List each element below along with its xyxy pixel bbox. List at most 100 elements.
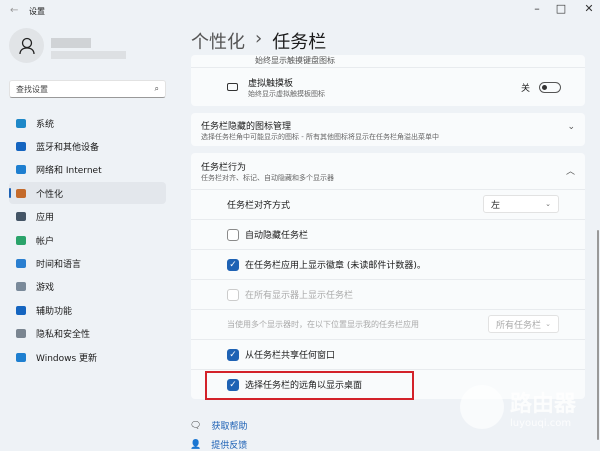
all-displays-checkbox xyxy=(227,289,239,301)
option-label: 在任务栏应用上显示徽章 (未读邮件计数器)。 xyxy=(245,258,426,271)
badges-checkbox[interactable]: ✓ xyxy=(227,259,239,271)
help-icon: 🗨 xyxy=(190,421,201,431)
highlight-box xyxy=(205,371,414,400)
watermark-url: luyouqi.com xyxy=(510,418,576,429)
sidebar-icon xyxy=(16,282,26,291)
sidebar-item[interactable]: 个性化 xyxy=(9,182,166,204)
sidebar-item-label: 时间和语言 xyxy=(36,257,81,270)
option-label: 从任务栏共享任何窗口 xyxy=(245,348,335,361)
hidden-icons-title: 任务栏隐藏的图标管理 xyxy=(201,119,575,132)
sidebar-item-label: Windows 更新 xyxy=(36,351,97,364)
behaviors-header[interactable]: 任务栏行为 任务栏对齐、标记、自动隐藏和多个显示器 ︿ xyxy=(201,160,575,183)
account-name-blurred xyxy=(51,38,91,48)
window-title: 设置 xyxy=(29,6,45,17)
chevron-down-icon: ⌄ xyxy=(567,122,575,132)
option-row[interactable]: ✓ 从任务栏共享任何窗口 xyxy=(191,339,585,369)
multi-display-value: 所有任务栏 xyxy=(496,318,541,331)
sidebar-item[interactable]: Windows 更新 xyxy=(9,346,166,368)
close-button[interactable]: ✕ xyxy=(579,2,599,15)
scrollbar[interactable] xyxy=(597,230,599,440)
sidebar-item-label: 应用 xyxy=(36,210,54,223)
watermark-name: 路由器 xyxy=(510,386,576,418)
account-email-blurred xyxy=(51,51,126,59)
sidebar-item[interactable]: 辅助功能 xyxy=(9,299,166,321)
sidebar-item[interactable]: 时间和语言 xyxy=(9,252,166,274)
sidebar-item[interactable]: 游戏 xyxy=(9,276,166,298)
sidebar-item-label: 辅助功能 xyxy=(36,304,72,317)
touchpad-row: 虚拟触摸板始终显示虚拟触摸板图标 关 xyxy=(191,67,585,106)
sidebar-item-label: 个性化 xyxy=(36,187,63,200)
sidebar-icon xyxy=(16,259,26,268)
multi-display-dropdown: 所有任务栏 ⌄ xyxy=(488,315,559,333)
alignment-value: 左 xyxy=(491,198,500,211)
search-input[interactable]: 查找设置 ⌕ xyxy=(9,80,166,98)
sidebar-item-label: 隐私和安全性 xyxy=(36,327,90,340)
sidebar-item[interactable]: 网络和 Internet xyxy=(9,159,166,181)
chevron-up-icon: ︿ xyxy=(566,164,575,177)
alignment-row: 任务栏对齐方式 左⌄ xyxy=(191,189,585,219)
option-row[interactable]: ✓ 在任务栏应用上显示徽章 (未读邮件计数器)。 xyxy=(191,249,585,279)
sidebar-icon xyxy=(16,165,26,174)
hidden-icons-description: 选择任务栏角中可能显示的图标 - 所有其他图标将显示在任务栏角溢出菜单中 xyxy=(201,132,575,142)
search-icon: ⌕ xyxy=(155,84,159,94)
multi-display-row: 当使用多个显示器时，在以下位置显示我的任务栏应用 所有任务栏 ⌄ xyxy=(191,309,585,339)
sidebar-icon xyxy=(16,329,26,338)
avatar[interactable] xyxy=(9,28,44,63)
sidebar-item[interactable]: 蓝牙和其他设备 xyxy=(9,135,166,157)
feedback-label: 提供反馈 xyxy=(211,438,247,451)
sidebar-item-label: 蓝牙和其他设备 xyxy=(36,140,99,153)
minimize-button[interactable]: – xyxy=(527,2,547,15)
sidebar-item-label: 游戏 xyxy=(36,280,54,293)
page-breadcrumb: 个性化 › 任务栏 xyxy=(191,28,326,54)
maximize-button[interactable]: □ xyxy=(551,2,571,15)
page-title: 任务栏 xyxy=(272,28,326,54)
option-label: 自动隐藏任务栏 xyxy=(245,228,308,241)
sidebar-item-label: 网络和 Internet xyxy=(36,163,102,176)
breadcrumb-parent[interactable]: 个性化 xyxy=(191,28,245,54)
sidebar-icon xyxy=(16,353,26,362)
touchpad-icon xyxy=(227,83,238,91)
hidden-icons-card[interactable]: 任务栏隐藏的图标管理 选择任务栏角中可能显示的图标 - 所有其他图标将显示在任务… xyxy=(191,113,585,146)
sidebar-icon xyxy=(16,119,26,128)
alignment-dropdown[interactable]: 左⌄ xyxy=(483,195,559,213)
feedback-icon: 👤 xyxy=(190,440,201,450)
behaviors-card: 任务栏行为 任务栏对齐、标记、自动隐藏和多个显示器 ︿ 任务栏对齐方式 左⌄ 自… xyxy=(191,153,585,399)
sidebar-icon xyxy=(16,189,26,198)
chevron-down-icon: ⌄ xyxy=(545,320,551,328)
behaviors-description: 任务栏对齐、标记、自动隐藏和多个显示器 xyxy=(201,173,575,183)
alignment-label: 任务栏对齐方式 xyxy=(227,198,290,211)
option-row[interactable]: 自动隐藏任务栏 xyxy=(191,219,585,249)
feedback-link[interactable]: 👤 提供反馈 xyxy=(190,438,247,451)
sidebar-icon xyxy=(16,212,26,221)
touchpad-state: 关 xyxy=(521,81,530,94)
behaviors-title: 任务栏行为 xyxy=(201,160,575,173)
touch-keyboard-description: 始终显示触摸键盘图标 xyxy=(255,56,335,65)
chevron-down-icon: ⌄ xyxy=(545,200,551,208)
back-button[interactable]: ← xyxy=(10,5,18,16)
breadcrumb-separator: › xyxy=(255,28,262,54)
sidebar-icon xyxy=(16,236,26,245)
sidebar-item-label: 系统 xyxy=(36,117,54,130)
touch-card: 始终显示触摸键盘图标 虚拟触摸板始终显示虚拟触摸板图标 关 xyxy=(191,55,585,106)
share-checkbox[interactable]: ✓ xyxy=(227,349,239,361)
watermark: 路由器luyouqi.com xyxy=(460,385,576,429)
autohide-checkbox[interactable] xyxy=(227,229,239,241)
multi-display-label: 当使用多个显示器时，在以下位置显示我的任务栏应用 xyxy=(227,319,419,330)
sidebar-item[interactable]: 系统 xyxy=(9,112,166,134)
touchpad-title: 虚拟触摸板 xyxy=(248,76,325,89)
help-link[interactable]: 🗨 获取帮助 xyxy=(190,419,247,432)
sidebar-icon xyxy=(16,306,26,315)
help-label: 获取帮助 xyxy=(211,419,247,432)
sidebar-item[interactable]: 帐户 xyxy=(9,229,166,251)
sidebar-item-label: 帐户 xyxy=(36,234,54,247)
sidebar-item[interactable]: 应用 xyxy=(9,206,166,228)
user-icon xyxy=(19,37,35,55)
router-logo-icon xyxy=(460,385,504,429)
sidebar-item[interactable]: 隐私和安全性 xyxy=(9,323,166,345)
selection-indicator xyxy=(9,188,11,198)
sidebar-icon xyxy=(16,142,26,151)
search-placeholder: 查找设置 xyxy=(16,84,48,95)
touchpad-toggle[interactable] xyxy=(539,82,561,93)
option-row: 在所有显示器上显示任务栏 xyxy=(191,279,585,309)
option-label: 在所有显示器上显示任务栏 xyxy=(245,288,353,301)
